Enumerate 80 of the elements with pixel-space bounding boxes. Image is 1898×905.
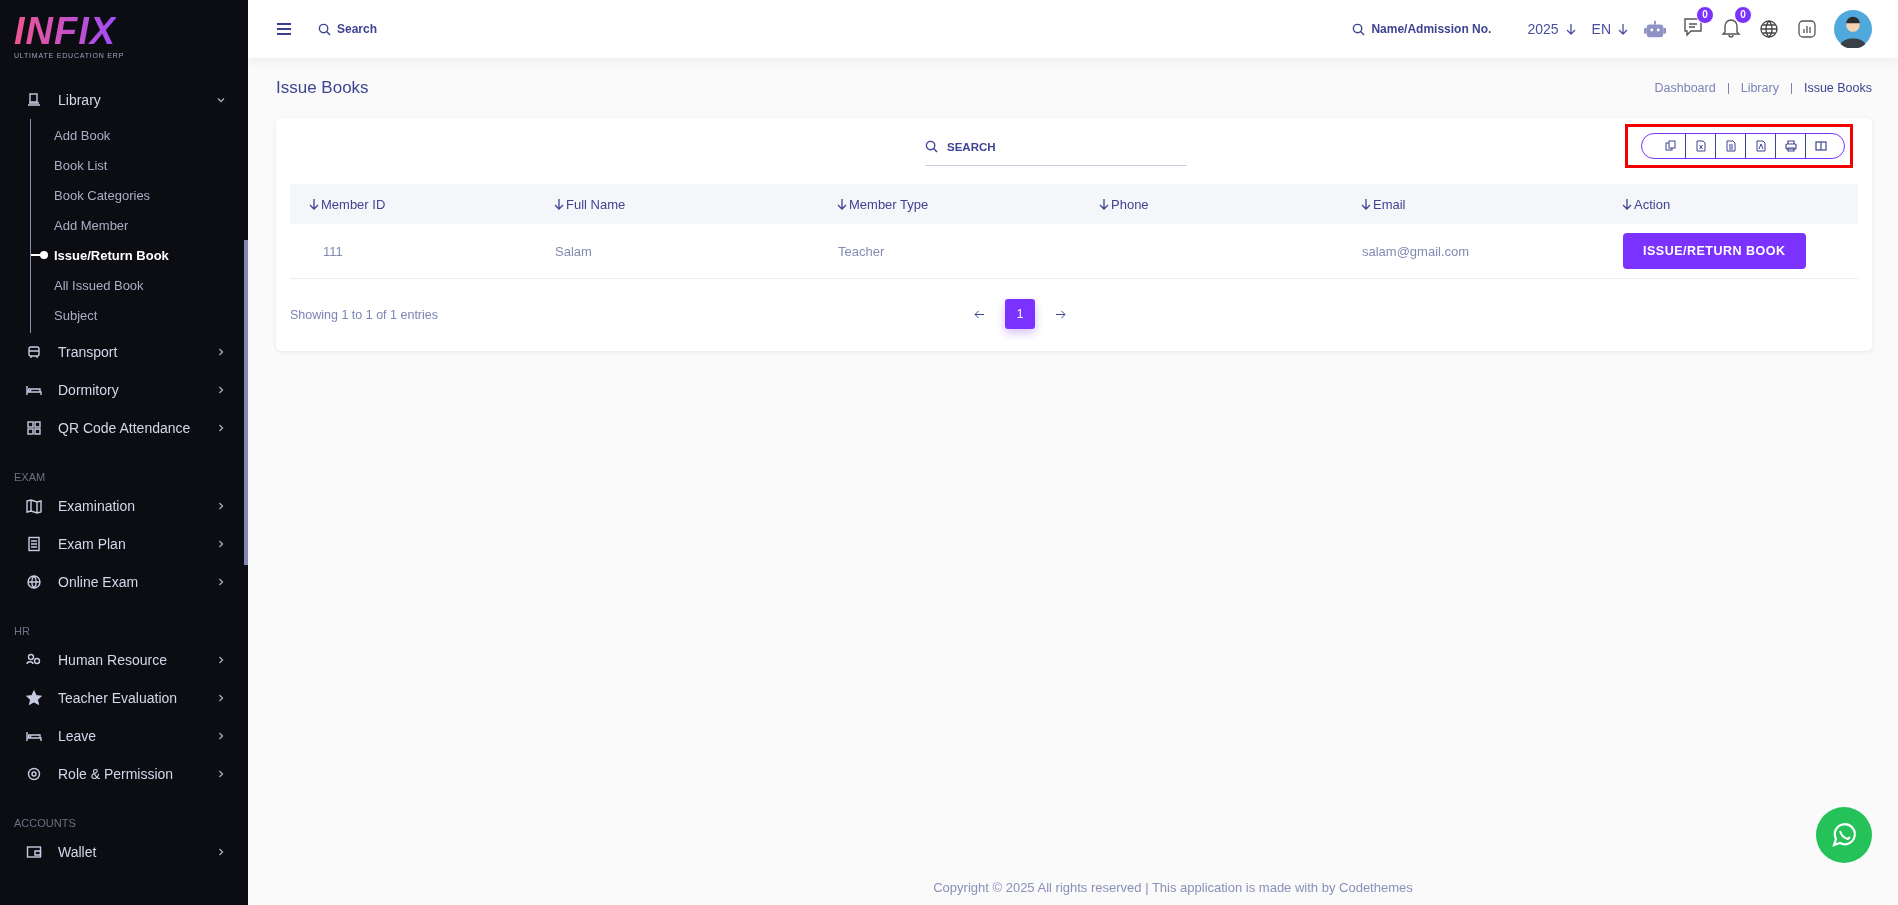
- column-header[interactable]: Phone: [1080, 196, 1342, 212]
- table-cell: Teacher: [838, 243, 885, 259]
- arrow-right-icon[interactable]: [1055, 309, 1066, 319]
- avatar[interactable]: [1834, 10, 1872, 48]
- column-header[interactable]: Member ID: [290, 196, 535, 212]
- bus-icon: [26, 344, 42, 360]
- sidebar-item[interactable]: QR Code Attendance: [0, 409, 248, 447]
- sidebar-item[interactable]: Transport: [0, 333, 248, 371]
- student-search-field[interactable]: Name/Admission No.: [1371, 22, 1512, 36]
- columns-icon: [1815, 140, 1827, 152]
- sidebar-item[interactable]: Dormitory: [0, 371, 248, 409]
- submenu-item[interactable]: Issue/Return Book: [31, 241, 248, 271]
- spreadsheet-file-icon: [1694, 140, 1707, 152]
- search-icon: [1352, 22, 1366, 36]
- pdf-file-icon: [1754, 140, 1767, 152]
- section-heading: EXAM: [13, 470, 47, 485]
- copy-icon: [1664, 140, 1677, 152]
- section-heading: HR: [13, 624, 31, 639]
- scrollbar-thumb[interactable]: [244, 240, 248, 565]
- star-icon: [26, 690, 42, 706]
- bell-icon[interactable]: [1720, 16, 1742, 38]
- printer-icon: [1784, 140, 1797, 152]
- issue-return-button[interactable]: ISSUE/RETURN BOOK: [1623, 233, 1806, 269]
- sort-arrow-icon: [1099, 198, 1109, 210]
- document-icon: [1724, 140, 1737, 152]
- sidebar-item[interactable]: Examination: [0, 487, 248, 525]
- table-search-field[interactable]: SEARCH: [947, 140, 1067, 153]
- search-icon: [318, 22, 331, 36]
- globe-icon[interactable]: [1758, 18, 1780, 40]
- robot-icon[interactable]: [1644, 18, 1666, 40]
- page-title: Issue Books: [276, 78, 370, 98]
- wallet-icon: [26, 844, 42, 860]
- search-icon: [925, 140, 938, 153]
- chat-icon[interactable]: [1682, 16, 1704, 38]
- year-dropdown[interactable]: 2025: [1527, 21, 1576, 37]
- submenu-item[interactable]: All Issued Book: [31, 271, 248, 301]
- chart-icon[interactable]: [1796, 18, 1818, 40]
- column-header[interactable]: Full Name: [535, 196, 818, 212]
- entries-summary: Showing 1 to 1 of 1 entries: [290, 308, 438, 322]
- map-icon: [26, 498, 42, 514]
- sidebar-item[interactable]: Teacher Evaluation: [0, 679, 248, 717]
- menu-icon[interactable]: [276, 22, 292, 36]
- message-count-badge: 0: [1696, 6, 1714, 24]
- document-icon: [26, 536, 42, 552]
- submenu-item[interactable]: Add Member: [31, 211, 248, 241]
- sort-arrow-icon: [554, 198, 564, 210]
- submenu-item[interactable]: Book List: [31, 151, 248, 181]
- sidebar-item[interactable]: Wallet: [0, 833, 248, 871]
- sidebar-item[interactable]: Library: [0, 81, 248, 119]
- table-cell: salam@gmail.com: [1362, 243, 1470, 259]
- sort-arrow-icon: [1361, 198, 1371, 210]
- qr-code-icon: [26, 420, 42, 436]
- arrow-down-icon: [1565, 23, 1576, 35]
- arrow-left-icon[interactable]: [974, 309, 985, 319]
- table-cell: 111: [323, 243, 343, 259]
- column-header[interactable]: Member Type: [818, 196, 1080, 212]
- submenu-item[interactable]: Subject: [31, 301, 248, 331]
- column-header[interactable]: Email: [1342, 196, 1603, 212]
- page-button[interactable]: 1: [1005, 299, 1035, 329]
- sidebar-item[interactable]: Leave: [0, 717, 248, 755]
- sort-arrow-icon: [1622, 198, 1632, 210]
- globe-icon: [26, 574, 42, 590]
- sort-arrow-icon: [309, 198, 319, 210]
- breadcrumb-link[interactable]: Dashboard: [1654, 81, 1716, 95]
- submenu-item[interactable]: Add Book: [31, 121, 248, 151]
- sidebar-item[interactable]: Online Exam: [0, 563, 248, 601]
- sidebar-item[interactable]: Role & Permission: [0, 755, 248, 793]
- sort-arrow-icon: [837, 198, 847, 210]
- notification-count-badge: 0: [1734, 6, 1752, 24]
- sidebar-item[interactable]: Exam Plan: [0, 525, 248, 563]
- section-heading: ACCOUNTS: [13, 816, 77, 831]
- table-cell: Salam: [555, 243, 592, 259]
- column-header[interactable]: Action: [1603, 196, 1858, 212]
- submenu-item[interactable]: Book Categories: [31, 181, 248, 211]
- arrow-down-icon: [1618, 23, 1628, 35]
- language-dropdown[interactable]: EN: [1591, 21, 1628, 37]
- breadcrumb-link[interactable]: Library: [1740, 81, 1779, 95]
- sidebar-item[interactable]: Human Resource: [0, 641, 248, 679]
- search-field[interactable]: Search: [337, 22, 457, 36]
- footer-text: Copyright © 2025 All rights reserved | This application is made with by Codethemes: [932, 880, 1414, 897]
